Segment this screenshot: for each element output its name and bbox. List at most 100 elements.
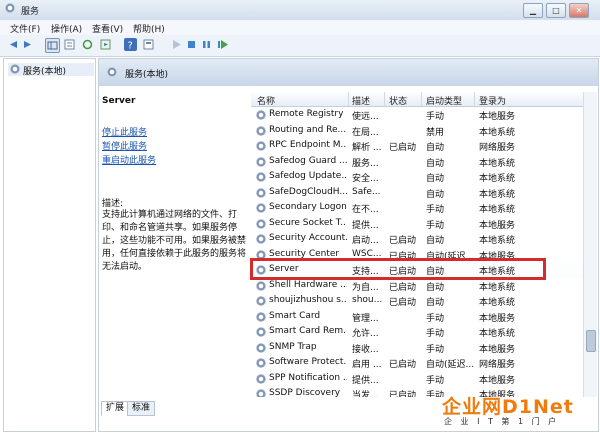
services-app-icon: [5, 3, 15, 13]
service-description: 在不...: [352, 205, 379, 215]
service-logon-as: 本地系统: [479, 298, 516, 308]
service-name: shoujizhushou s...: [269, 295, 347, 305]
stop-service-icon[interactable]: [185, 38, 198, 51]
service-row[interactable]: Security Account... 启动... 已启动 自动 本地系统: [251, 231, 596, 247]
restart-service-link[interactable]: 重启动此服务: [102, 153, 156, 166]
service-row[interactable]: SPP Notification ... 提供... 手动 本地服务: [251, 371, 596, 387]
properties-icon[interactable]: [142, 38, 155, 51]
service-description: 服务...: [352, 158, 379, 169]
scrollbar-thumb[interactable]: [586, 330, 596, 352]
service-row[interactable]: Safedog Update... 安全... 自动 本地系统: [251, 169, 596, 185]
service-gear-icon: [256, 327, 266, 337]
service-startup-type: 自动: [426, 236, 445, 246]
service-logon-as: 本地系统: [479, 329, 516, 339]
service-row[interactable]: Safedog Guard ... 服务... 自动 本地系统: [251, 154, 596, 170]
console-tree-icon[interactable]: [45, 38, 60, 53]
pane-header: 服务(本地): [99, 59, 598, 86]
menu-help[interactable]: 帮助(H): [133, 22, 165, 35]
service-gear-icon: [256, 141, 266, 151]
service-gear-icon: [256, 203, 266, 213]
vertical-scrollbar[interactable]: [583, 92, 597, 397]
help-icon[interactable]: ?: [124, 38, 137, 51]
service-description: 安全...: [352, 174, 379, 184]
restart-service-icon[interactable]: [216, 38, 229, 51]
pane-header-title: 服务(本地): [125, 70, 169, 80]
close-button[interactable]: ✕: [569, 3, 589, 18]
forward-icon[interactable]: [22, 38, 35, 51]
service-name: Secure Socket T...: [269, 217, 347, 228]
service-row[interactable]: Remote Registry 使远... 手动 本地服务: [251, 107, 596, 123]
service-gear-icon: [256, 156, 266, 167]
service-row[interactable]: SNMP Trap 接收... 手动 本地服务: [251, 340, 596, 356]
service-gear-icon: [256, 125, 266, 136]
service-startup-type: 自动: [426, 189, 445, 200]
service-status: 已启动: [389, 298, 417, 308]
tab-standard[interactable]: 标准: [127, 401, 155, 416]
column-header-status[interactable]: 状态: [389, 94, 407, 107]
service-startup-type: 手动: [426, 205, 445, 215]
pause-service-link[interactable]: 暂停此服务: [102, 139, 147, 152]
services-gear-icon: [107, 67, 117, 77]
service-row[interactable]: Secondary Logon 在不... 手动 本地系统: [251, 200, 596, 216]
minimize-button[interactable]: ▁: [523, 3, 543, 18]
service-row[interactable]: RPC Endpoint M... 解析 ... 已启动 自动 网络服务: [251, 138, 596, 154]
list-header: 名称 描述 状态 启动类型 登录为: [251, 92, 596, 107]
column-header-startup-type[interactable]: 启动类型: [426, 94, 462, 107]
start-service-icon[interactable]: [170, 38, 183, 51]
service-description: 当发...: [352, 391, 379, 397]
service-gear-icon: [256, 280, 266, 291]
column-divider[interactable]: [384, 92, 385, 106]
service-name: Safedog Guard ...: [269, 155, 347, 166]
description-text: 支持此计算机通过网络的文件、打印、和命名管道共享。如果服务停止，这些功能不可用。…: [102, 210, 247, 272]
service-row[interactable]: SafeDogCloudH... Safe... 自动 本地系统: [251, 185, 596, 201]
menu-action[interactable]: 操作(A): [51, 22, 82, 35]
menu-file[interactable]: 文件(F): [10, 22, 40, 35]
service-startup-type: 自动: [426, 143, 445, 153]
menu-view[interactable]: 查看(V): [92, 22, 123, 35]
tree-node-services-local[interactable]: 服务(本地): [8, 63, 94, 77]
watermark-sub: 企 业 I T 第 1 门 户: [444, 417, 560, 426]
maximize-button[interactable]: □: [546, 3, 566, 18]
service-status: 已启动: [389, 360, 417, 370]
column-header-description[interactable]: 描述: [352, 94, 370, 107]
watermark-main: 企业网D1Net: [442, 396, 574, 418]
services-list: 名称 描述 状态 启动类型 登录为 Remote Registry 使远... 手动…: [251, 92, 596, 397]
service-name: Smart Card: [269, 310, 321, 321]
service-description: 启用 ...: [352, 360, 382, 370]
service-row[interactable]: Software Protect... 启用 ... 已启动 自动(延迟... 网络服务: [251, 355, 596, 371]
service-row[interactable]: shoujizhushou s... shou... 已启动 自动 本地系统: [251, 293, 596, 309]
column-divider[interactable]: [474, 92, 475, 106]
service-gear-icon: [256, 110, 266, 120]
service-row[interactable]: Secure Socket T... 提供... 手动 本地服务: [251, 216, 596, 232]
column-header-name[interactable]: 名称: [257, 94, 275, 107]
list-view-icon[interactable]: [63, 38, 76, 51]
column-header-logon-as[interactable]: 登录为: [479, 94, 506, 107]
service-name: RPC Endpoint M...: [269, 140, 347, 150]
tab-extended[interactable]: 扩展: [101, 401, 129, 416]
service-row[interactable]: Routing and Re... 在局... 禁用 本地系统: [251, 123, 596, 139]
back-icon[interactable]: [6, 38, 19, 51]
service-logon-as: 本地服务: [479, 220, 516, 231]
refresh-icon[interactable]: [81, 38, 94, 51]
pause-service-icon[interactable]: [200, 38, 213, 51]
column-divider[interactable]: [421, 92, 422, 106]
stop-service-link[interactable]: 停止此服务: [102, 125, 147, 138]
service-gear-icon: [256, 296, 266, 306]
service-startup-type: 禁用: [426, 127, 445, 138]
service-description: 启动...: [352, 236, 379, 246]
service-row[interactable]: Smart Card Rem... 允许... 手动 本地系统: [251, 324, 596, 340]
service-row[interactable]: Smart Card 管理... 手动 本地服务: [251, 309, 596, 325]
export-icon[interactable]: [99, 38, 112, 51]
service-logon-as: 本地服务: [479, 112, 516, 122]
service-description: WSC...: [352, 248, 382, 259]
service-startup-type: 手动: [426, 344, 445, 355]
service-logon-as: 本地系统: [479, 127, 516, 138]
service-name: Security Account...: [269, 233, 347, 243]
window-title: 服务: [21, 7, 40, 17]
service-name: Routing and Re...: [269, 124, 347, 135]
service-name: Security Center: [269, 248, 340, 259]
service-gear-icon: [256, 389, 266, 397]
service-gear-icon: [256, 358, 266, 368]
service-name: Remote Registry: [269, 109, 344, 119]
column-divider[interactable]: [348, 92, 349, 106]
